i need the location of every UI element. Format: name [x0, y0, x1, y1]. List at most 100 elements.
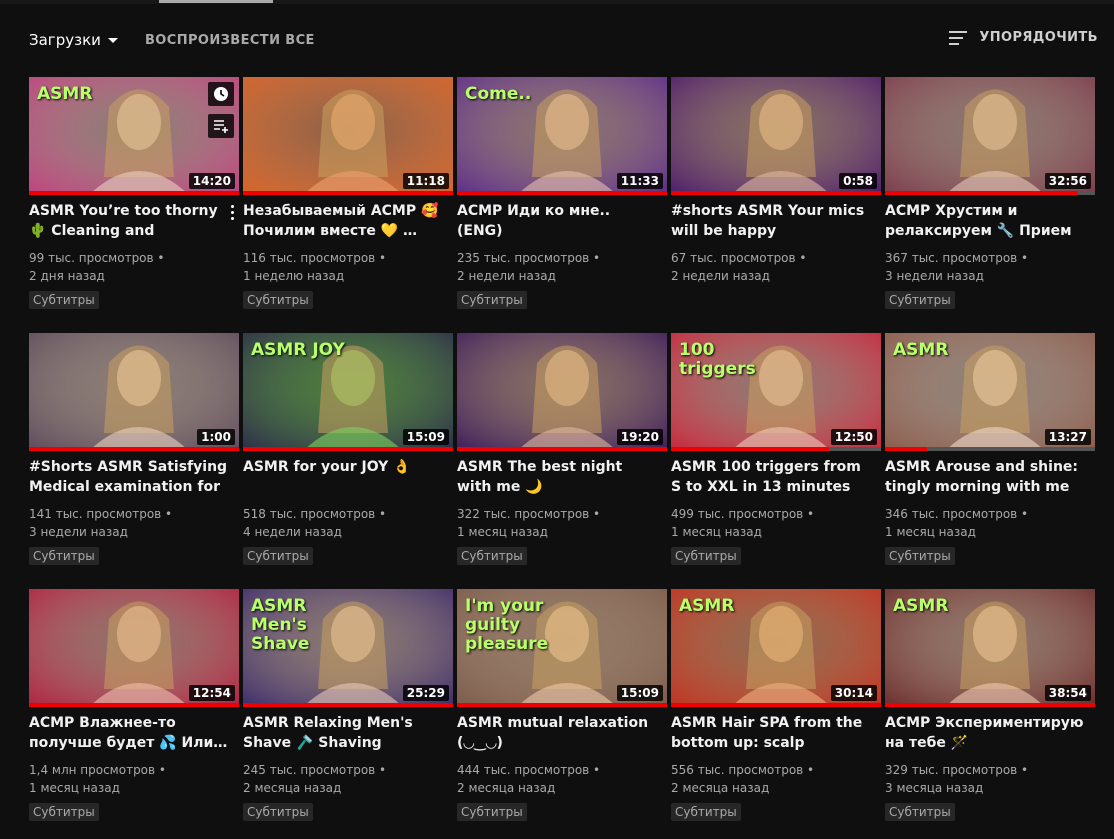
- thumbnail-overlay-text: ASMR Men's Shave: [251, 596, 310, 654]
- upload-age: 3 недели назад: [29, 525, 128, 539]
- watch-progress-bar: [29, 447, 239, 451]
- video-card[interactable]: ASMR 14:20 ASMR You’re too thorny 🌵 Cleani…: [29, 77, 239, 327]
- video-title[interactable]: ASMR mutual relaxation (◡‿◡): [457, 713, 657, 753]
- watch-later-icon[interactable]: [208, 82, 234, 106]
- uploads-dropdown[interactable]: Загрузки: [29, 31, 118, 49]
- video-card[interactable]: ASMR 38:54 АСМР Экспериментирую на тебе 🪄 …: [885, 589, 1095, 839]
- video-title[interactable]: #Shorts ASMR Satisfying Medical examinat…: [29, 457, 229, 497]
- sort-label: УПОРЯДОЧИТЬ: [979, 30, 1098, 45]
- video-thumbnail[interactable]: 11:18: [243, 77, 453, 195]
- video-card[interactable]: 0:58 #shorts ASMR Your mics will be happy…: [671, 77, 881, 327]
- view-count: 444 тыс. просмотров •: [457, 763, 601, 777]
- video-title[interactable]: ASMR Relaxing Men's Shave 🪒 Shaving Crea…: [243, 713, 443, 753]
- video-thumbnail[interactable]: ASMR 13:27: [885, 333, 1095, 451]
- video-title[interactable]: ASMR The best night with me 🌙: [457, 457, 657, 497]
- view-count: 556 тыс. просмотров •: [671, 763, 815, 777]
- view-count: 518 тыс. просмотров •: [243, 507, 387, 521]
- duration-badge: 38:54: [1044, 685, 1091, 701]
- view-count: 67 тыс. просмотров •: [671, 251, 807, 265]
- video-card[interactable]: 12:54 АСМР Влажнее-то получше будет 💦 Или…: [29, 589, 239, 839]
- watch-progress-bar: [29, 703, 239, 707]
- upload-age: 2 месяца назад: [243, 781, 342, 795]
- upload-age: 1 неделю назад: [243, 269, 345, 283]
- video-thumbnail[interactable]: 100 triggers 12:50: [671, 333, 881, 451]
- sort-button[interactable]: УПОРЯДОЧИТЬ: [949, 30, 1098, 45]
- video-thumbnail[interactable]: 19:20: [457, 333, 667, 451]
- view-count: 99 тыс. просмотров •: [29, 251, 165, 265]
- watch-progress-bar: [457, 447, 667, 451]
- view-count: 499 тыс. просмотров •: [671, 507, 815, 521]
- video-card[interactable]: ASMR JOY 15:09 ASMR for your JOY 👌 518 тыс.…: [243, 333, 453, 583]
- upload-age: 2 недели назад: [457, 269, 556, 283]
- upload-age: 1 месяц назад: [885, 525, 976, 539]
- video-card[interactable]: 19:20 ASMR The best night with me 🌙 322 ты…: [457, 333, 667, 583]
- upload-age: 2 месяца назад: [671, 781, 770, 795]
- video-card[interactable]: ASMR Men's Shave 25:29 ASMR Relaxing Men's…: [243, 589, 453, 839]
- video-thumbnail[interactable]: Come.. 11:33: [457, 77, 667, 195]
- video-card[interactable]: Come.. 11:33 АСМР Иди ко мне.. (ENG) 235 ты…: [457, 77, 667, 327]
- duration-badge: 0:58: [839, 173, 877, 189]
- watch-progress-bar: [243, 191, 453, 195]
- video-card[interactable]: 32:56 АСМР Хрустим и релаксируем 🔧 Прием …: [885, 77, 1095, 327]
- video-title[interactable]: АСМР Экспериментирую на тебе 🪄 Выдержишь…: [885, 713, 1085, 753]
- watch-progress-bar: [885, 447, 927, 451]
- toolbar: Загрузки ВОСПРОИЗВЕСТИ ВСЕ УПОРЯДОЧИТЬ: [0, 24, 1114, 58]
- view-count: 141 тыс. просмотров •: [29, 507, 173, 521]
- duration-badge: 30:14: [830, 685, 877, 701]
- video-thumbnail[interactable]: 0:58: [671, 77, 881, 195]
- uploads-dropdown-label: Загрузки: [29, 31, 101, 49]
- video-card[interactable]: 1:00 #Shorts ASMR Satisfying Medical exam…: [29, 333, 239, 583]
- video-title[interactable]: ASMR for your JOY 👌: [243, 457, 443, 477]
- subtitles-badge: Субтитры: [243, 803, 313, 821]
- video-thumbnail[interactable]: ASMR JOY 15:09: [243, 333, 453, 451]
- video-title[interactable]: ASMR 100 triggers from S to XXL in 13 mi…: [671, 457, 871, 497]
- play-all-button[interactable]: ВОСПРОИЗВЕСТИ ВСЕ: [145, 33, 315, 48]
- video-title[interactable]: АСМР Хрустим и релаксируем 🔧 Прием у…: [885, 201, 1085, 241]
- subtitles-badge: Субтитры: [671, 803, 741, 821]
- subtitles-badge: Субтитры: [885, 547, 955, 565]
- upload-age: 3 месяца назад: [885, 781, 984, 795]
- video-card[interactable]: I'm your guilty pleasure 15:09 ASMR mutual…: [457, 589, 667, 839]
- video-title[interactable]: ASMR You’re too thorny 🌵 Cleaning and tr…: [29, 201, 229, 241]
- video-title[interactable]: АСМР Иди ко мне.. (ENG): [457, 201, 657, 241]
- video-thumbnail[interactable]: 12:54: [29, 589, 239, 707]
- subtitles-badge: Субтитры: [243, 291, 313, 309]
- watch-progress-bar: [29, 191, 239, 195]
- upload-age: 3 недели назад: [885, 269, 984, 283]
- video-thumbnail[interactable]: I'm your guilty pleasure 15:09: [457, 589, 667, 707]
- subtitles-badge: Субтитры: [457, 547, 527, 565]
- duration-badge: 14:20: [188, 173, 235, 189]
- thumbnail-overlay-text: ASMR: [893, 596, 949, 616]
- duration-badge: 32:56: [1044, 173, 1091, 189]
- video-thumbnail[interactable]: ASMR 38:54: [885, 589, 1095, 707]
- video-thumbnail[interactable]: ASMR 30:14: [671, 589, 881, 707]
- caret-down-icon: [107, 38, 118, 43]
- video-title[interactable]: ASMR Arouse and shine: tingly morning wi…: [885, 457, 1085, 497]
- watch-progress-bar: [671, 191, 881, 195]
- video-card[interactable]: ASMR 13:27 ASMR Arouse and shine: tingly m…: [885, 333, 1095, 583]
- video-thumbnail[interactable]: ASMR Men's Shave 25:29: [243, 589, 453, 707]
- upload-age: 1 месяц назад: [671, 525, 762, 539]
- video-thumbnail[interactable]: 32:56: [885, 77, 1095, 195]
- more-actions-icon[interactable]: [231, 205, 235, 220]
- thumbnail-overlay-text: 100 triggers: [679, 340, 756, 379]
- duration-badge: 12:50: [830, 429, 877, 445]
- video-title[interactable]: ASMR Hair SPA from the bottom up: scalp …: [671, 713, 871, 753]
- view-count: 329 тыс. просмотров •: [885, 763, 1029, 777]
- video-card[interactable]: 11:18 Незабываемый АСМР 🥰 Почилим вместе …: [243, 77, 453, 327]
- video-title[interactable]: #shorts ASMR Your mics will be happy: [671, 201, 871, 241]
- watch-progress-bar: [885, 703, 1095, 707]
- watch-progress-bar: [457, 191, 667, 195]
- video-thumbnail[interactable]: ASMR 14:20: [29, 77, 239, 195]
- thumbnail-overlay-text: ASMR: [893, 340, 949, 360]
- video-title[interactable]: АСМР Влажнее-то получше будет 💦 Или…: [29, 713, 229, 753]
- subtitles-badge: Субтитры: [457, 291, 527, 309]
- video-card[interactable]: ASMR 30:14 ASMR Hair SPA from the bottom u…: [671, 589, 881, 839]
- add-to-queue-icon[interactable]: [208, 114, 234, 138]
- video-title[interactable]: Незабываемый АСМР 🥰 Почилим вместе 💛 …: [243, 201, 443, 241]
- video-thumbnail[interactable]: 1:00: [29, 333, 239, 451]
- watch-progress-bar: [671, 447, 829, 451]
- video-card[interactable]: 100 triggers 12:50 ASMR 100 triggers from …: [671, 333, 881, 583]
- active-tab-indicator: [159, 0, 273, 3]
- upload-age: 4 недели назад: [243, 525, 342, 539]
